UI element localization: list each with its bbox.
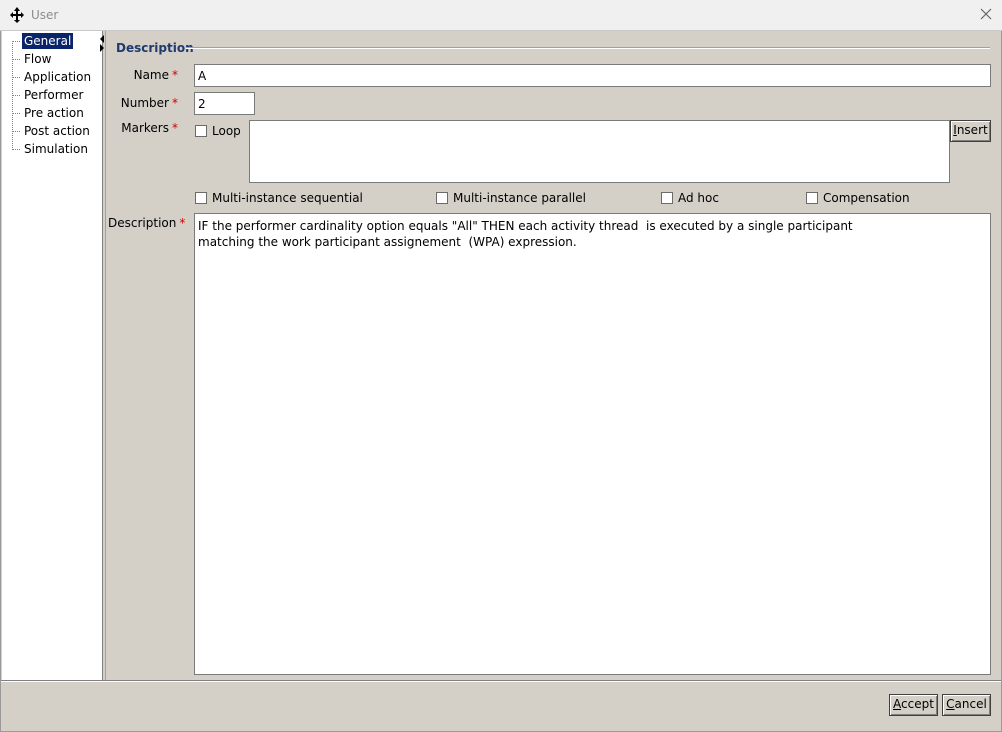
required-mark: *	[179, 216, 186, 230]
window-border-left	[0, 31, 1, 732]
accept-button-label: ccept	[901, 697, 934, 711]
navigation-tree[interactable]: General Flow Application Performer Pre a…	[2, 31, 103, 680]
cancel-button-label: ancel	[954, 697, 987, 711]
splitter-handle[interactable]	[103, 31, 106, 680]
required-mark: *	[172, 96, 178, 110]
name-label-text: Name	[133, 68, 169, 82]
multi-instance-parallel-checkbox[interactable]	[436, 192, 448, 204]
number-label: Number *	[108, 96, 178, 110]
cancel-mnemonic: C	[946, 697, 955, 711]
expand-right-icon[interactable]	[100, 44, 104, 52]
tree-connector	[12, 113, 20, 114]
required-mark: *	[172, 68, 178, 82]
tree-item-pre-action[interactable]: Pre action	[22, 105, 86, 121]
multi-instance-parallel-label[interactable]: Multi-instance parallel	[453, 191, 586, 205]
tree-item-performer[interactable]: Performer	[22, 87, 85, 103]
window-title: User	[31, 8, 59, 22]
markers-label-text: Markers	[121, 121, 169, 135]
collapse-left-icon[interactable]	[100, 35, 104, 43]
tree-connector	[12, 95, 20, 96]
tree-item-simulation[interactable]: Simulation	[22, 141, 90, 157]
ad-hoc-label[interactable]: Ad hoc	[678, 191, 719, 205]
compensation-checkbox[interactable]	[806, 192, 818, 204]
cancel-button[interactable]: Cancel	[942, 694, 991, 716]
tree-item-general[interactable]: General	[22, 33, 74, 49]
section-divider	[186, 47, 990, 49]
title-bar: User	[0, 0, 1002, 31]
number-input[interactable]	[194, 92, 255, 115]
number-label-text: Number	[120, 96, 169, 110]
tree-connector	[12, 149, 20, 150]
tree-connector	[12, 131, 20, 132]
required-mark: *	[172, 121, 178, 135]
footer-divider	[1, 680, 1001, 682]
loop-label[interactable]: Loop	[212, 124, 241, 138]
insert-button-label: nsert	[956, 123, 988, 137]
tree-item-application[interactable]: Application	[22, 69, 93, 85]
close-icon[interactable]	[978, 6, 994, 22]
markers-label: Markers *	[108, 121, 178, 135]
description-label-text: Description	[108, 216, 177, 230]
tree-connector	[12, 41, 20, 42]
tree-item-post-action[interactable]: Post action	[22, 123, 92, 139]
markers-text-area[interactable]	[249, 120, 950, 183]
compensation-label[interactable]: Compensation	[823, 191, 910, 205]
accept-mnemonic: A	[893, 697, 902, 711]
tree-connector	[12, 59, 20, 60]
insert-button[interactable]: Insert	[950, 120, 991, 142]
accept-button[interactable]: Accept	[889, 694, 938, 716]
name-input[interactable]	[194, 64, 991, 87]
move-cross-icon	[10, 7, 24, 23]
name-label: Name *	[108, 68, 178, 82]
ad-hoc-checkbox[interactable]	[661, 192, 673, 204]
multi-instance-sequential-checkbox[interactable]	[195, 192, 207, 204]
tree-connector	[12, 77, 20, 78]
tree-item-flow[interactable]: Flow	[22, 51, 53, 67]
loop-checkbox[interactable]	[195, 125, 207, 137]
description-label: Description *	[108, 216, 185, 230]
section-title: Description	[116, 41, 194, 55]
description-text-area[interactable]: IF the performer cardinality option equa…	[194, 213, 991, 675]
multi-instance-sequential-label[interactable]: Multi-instance sequential	[212, 191, 363, 205]
